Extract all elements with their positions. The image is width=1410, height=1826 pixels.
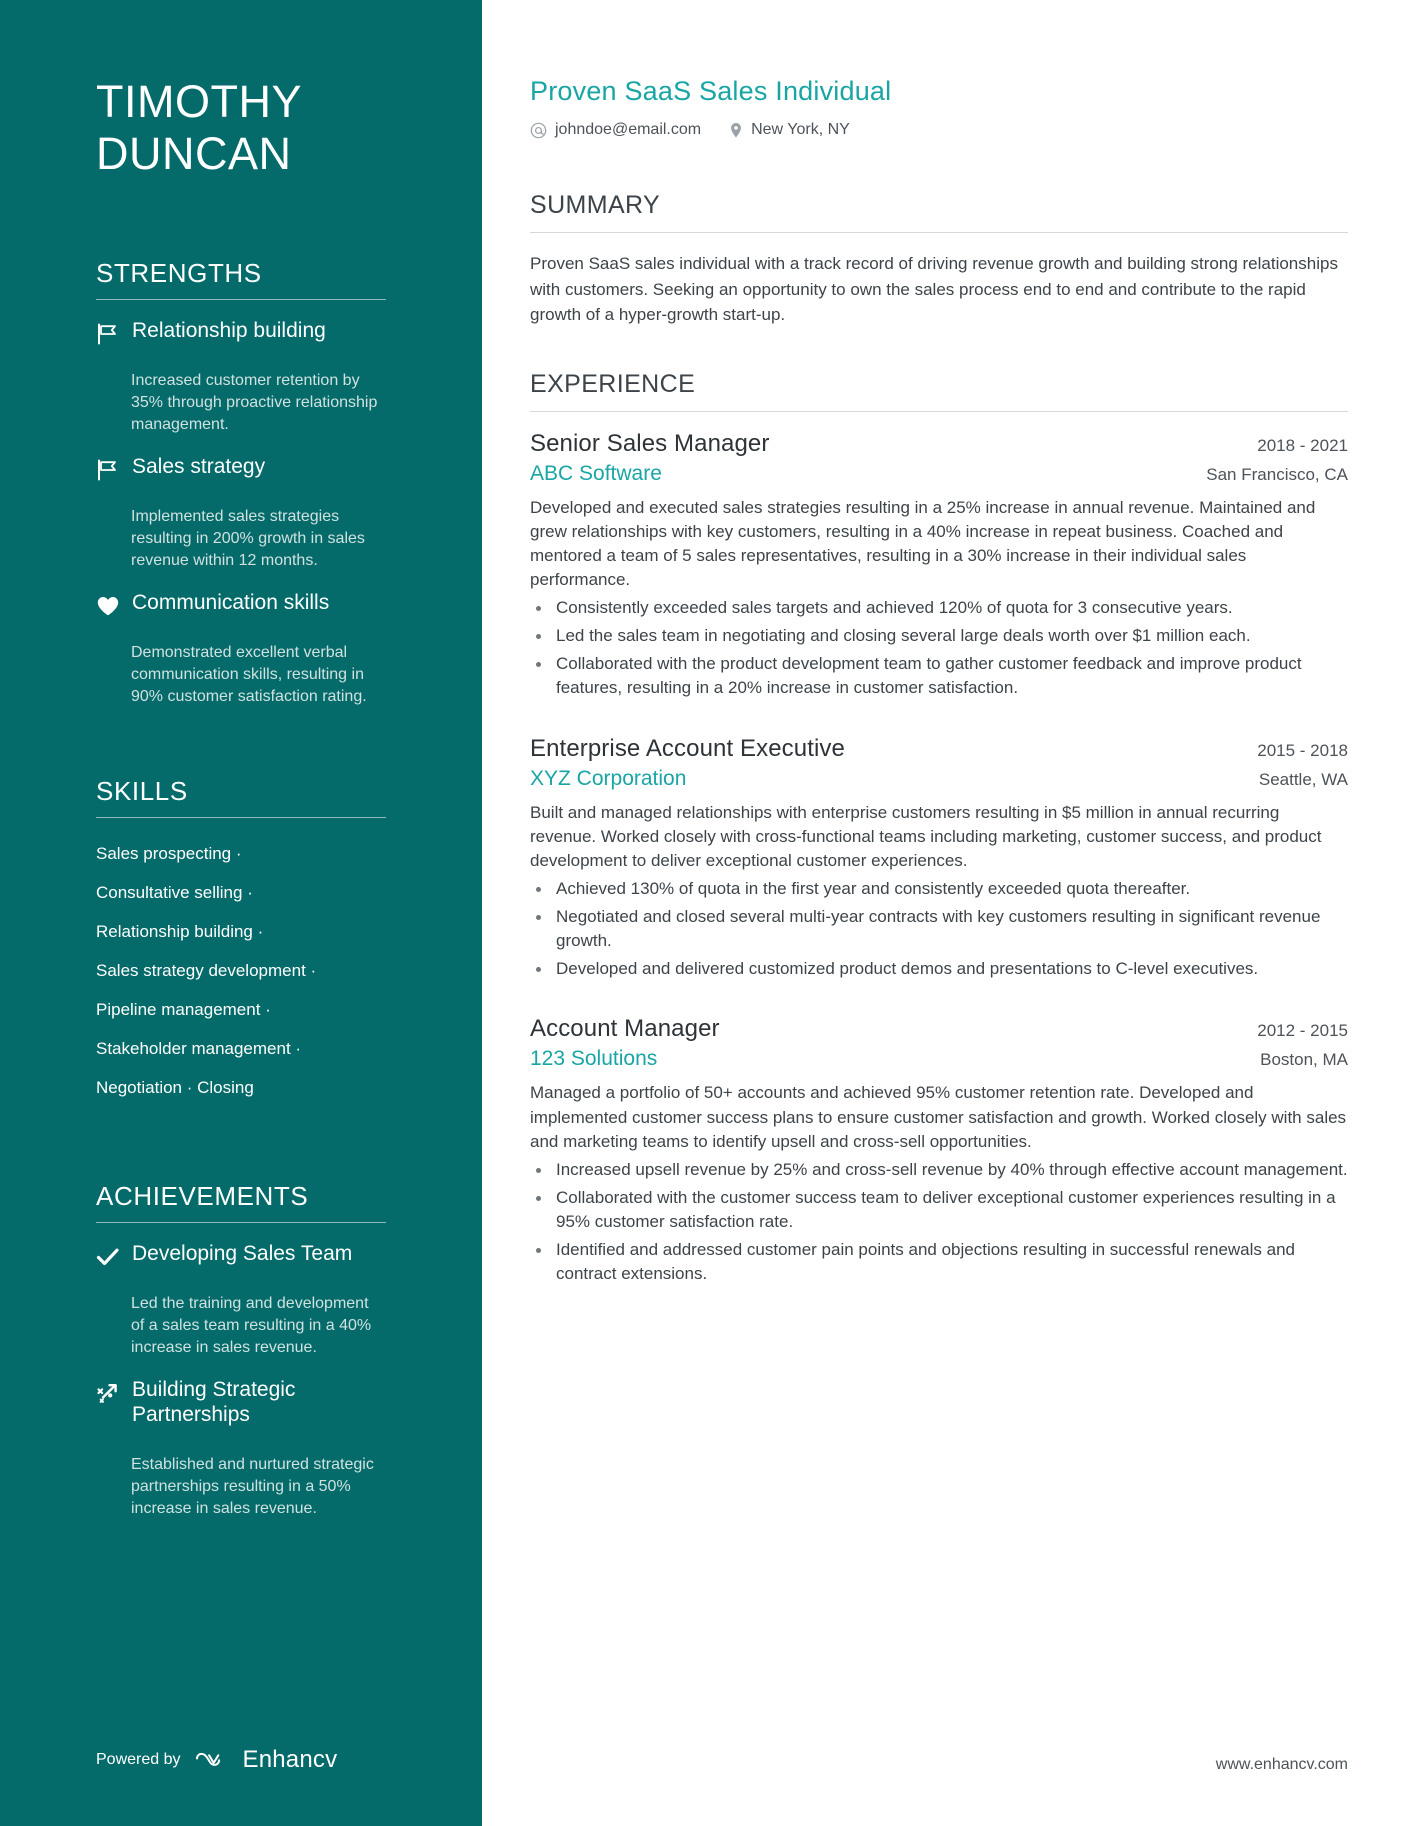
job-title: Enterprise Account Executive xyxy=(530,734,845,762)
divider xyxy=(96,816,386,818)
flag-icon xyxy=(96,457,122,483)
job-title: Senior Sales Manager xyxy=(530,429,770,457)
enhancv-mark-icon xyxy=(195,1752,220,1766)
skill-line: Relationship building · xyxy=(96,921,264,941)
achievement-item: Building Strategic Partnerships xyxy=(96,1377,386,1432)
section-title-achievements: ACHIEVEMENTS xyxy=(96,1180,309,1211)
skills-list: Sales prospecting · Consultative selling… xyxy=(96,834,386,1107)
skill-line: Negotiation · Closing xyxy=(96,1077,254,1097)
achievement-desc: Established and nurtured strategic partn… xyxy=(131,1455,374,1518)
first-name: TIMOTHY xyxy=(96,76,302,127)
skill-line: Pipeline management · xyxy=(96,999,271,1019)
resume-page: TIMOTHY DUNCAN STRENGTHS Relationship bu… xyxy=(0,0,1410,1826)
experience-entry: Enterprise Account Executive 2015 - 2018… xyxy=(530,735,1348,982)
achievement-item: Developing Sales Team xyxy=(96,1241,386,1271)
growth-arrow-icon xyxy=(96,1380,122,1406)
contact-row: johndoe@email.com New York, NY xyxy=(530,121,1348,139)
section-title-summary: SUMMARY xyxy=(530,191,661,219)
strength-title: Relationship building xyxy=(132,319,326,343)
last-name: DUNCAN xyxy=(96,128,292,180)
strength-desc: Implemented sales strategies resulting i… xyxy=(131,507,365,569)
section-skills: SKILLS Sales prospecting · Consultative … xyxy=(96,750,386,1107)
skill-line: Stakeholder management · xyxy=(96,1038,302,1058)
section-title-skills: SKILLS xyxy=(96,775,188,806)
contact-location: New York, NY xyxy=(729,121,850,139)
divider xyxy=(530,410,1348,412)
achievement-title: Developing Sales Team xyxy=(132,1241,353,1265)
section-strengths: STRENGTHS Relationship building Increase… xyxy=(96,232,386,708)
skill-line: Sales prospecting · xyxy=(96,843,242,863)
strength-desc: Increased customer retention by 35% thro… xyxy=(131,371,378,434)
section-title-strengths: STRENGTHS xyxy=(96,258,262,289)
job-bullet-list: Achieved 130% of quota in the first year… xyxy=(530,877,1348,982)
skill-line: Sales strategy development · xyxy=(96,960,317,980)
sidebar-footer: Powered by Enhancv xyxy=(96,1746,337,1774)
job-dates: 2015 - 2018 xyxy=(1257,740,1348,760)
map-pin-icon xyxy=(729,122,743,139)
headline: Proven SaaS Sales Individual xyxy=(530,76,892,106)
job-bullet: Consistently exceeded sales targets and … xyxy=(530,596,1348,620)
divider xyxy=(530,232,1348,233)
divider xyxy=(96,1221,386,1223)
section-summary: SUMMARY Proven SaaS sales individual wit… xyxy=(530,191,1348,328)
main-content: Proven SaaS Sales Individual johndoe@ema… xyxy=(482,0,1410,1826)
job-location: Boston, MA xyxy=(1260,1050,1348,1070)
job-dates: 2012 - 2015 xyxy=(1257,1021,1348,1041)
heart-icon xyxy=(96,593,122,619)
divider xyxy=(96,299,386,301)
candidate-name: TIMOTHY DUNCAN xyxy=(96,76,386,180)
sidebar: TIMOTHY DUNCAN STRENGTHS Relationship bu… xyxy=(0,0,482,1826)
strength-item: Communication skills xyxy=(96,590,386,620)
job-company[interactable]: XYZ Corporation xyxy=(530,767,686,791)
strength-item: Sales strategy xyxy=(96,454,386,484)
job-bullet-list: Increased upsell revenue by 25% and cros… xyxy=(530,1158,1348,1287)
location-text: New York, NY xyxy=(751,121,850,138)
experience-entry: Senior Sales Manager 2018 - 2021 ABC Sof… xyxy=(530,430,1348,701)
section-achievements: ACHIEVEMENTS Developing Sales Team Led t… xyxy=(96,1155,386,1520)
job-description: Developed and executed sales strategies … xyxy=(530,497,1316,589)
website-url[interactable]: www.enhancv.com xyxy=(1216,1756,1348,1774)
job-company[interactable]: 123 Solutions xyxy=(530,1047,657,1071)
experience-entry: Account Manager 2012 - 2015 123 Solution… xyxy=(530,1015,1348,1286)
check-icon xyxy=(96,1244,122,1270)
section-experience: EXPERIENCE Senior Sales Manager 2018 - 2… xyxy=(530,370,1348,1287)
summary-text: Proven SaaS sales individual with a trac… xyxy=(530,254,1338,324)
job-company[interactable]: ABC Software xyxy=(530,462,662,486)
skill-line: Consultative selling · xyxy=(96,882,253,902)
strength-title: Sales strategy xyxy=(132,455,266,479)
job-description: Managed a portfolio of 50+ accounts and … xyxy=(530,1083,1347,1151)
job-bullet: Developed and delivered customized produ… xyxy=(530,957,1348,981)
at-sign-icon xyxy=(530,122,547,139)
enhancv-logo[interactable]: Enhancv xyxy=(195,1746,338,1774)
job-dates: 2018 - 2021 xyxy=(1257,435,1348,455)
job-bullet: Achieved 130% of quota in the first year… xyxy=(530,877,1348,901)
job-bullet: Led the sales team in negotiating and cl… xyxy=(530,624,1348,648)
enhancv-wordmark: Enhancv xyxy=(242,1746,338,1773)
job-location: Seattle, WA xyxy=(1258,769,1348,789)
contact-email[interactable]: johndoe@email.com xyxy=(530,121,701,139)
strength-item: Relationship building xyxy=(96,318,386,348)
job-bullet: Identified and addressed customer pain p… xyxy=(530,1238,1348,1286)
achievement-title: Building Strategic Partnerships xyxy=(132,1377,296,1427)
job-title: Account Manager xyxy=(530,1015,720,1043)
job-bullet: Increased upsell revenue by 25% and cros… xyxy=(530,1158,1348,1182)
job-bullet: Negotiated and closed several multi-year… xyxy=(530,905,1348,953)
flag-icon xyxy=(96,321,122,347)
section-title-experience: EXPERIENCE xyxy=(530,369,696,398)
job-location: San Francisco, CA xyxy=(1206,464,1348,484)
powered-by-label: Powered by xyxy=(96,1751,181,1768)
job-bullet-list: Consistently exceeded sales targets and … xyxy=(530,596,1348,701)
job-bullet: Collaborated with the product developmen… xyxy=(530,652,1348,700)
achievement-desc: Led the training and development of a sa… xyxy=(131,1294,372,1356)
strength-desc: Demonstrated excellent verbal communicat… xyxy=(131,643,367,705)
job-description: Built and managed relationships with ent… xyxy=(530,802,1322,870)
strength-title: Communication skills xyxy=(132,591,330,615)
email-text: johndoe@email.com xyxy=(555,121,702,138)
job-bullet: Collaborated with the customer success t… xyxy=(530,1186,1348,1234)
